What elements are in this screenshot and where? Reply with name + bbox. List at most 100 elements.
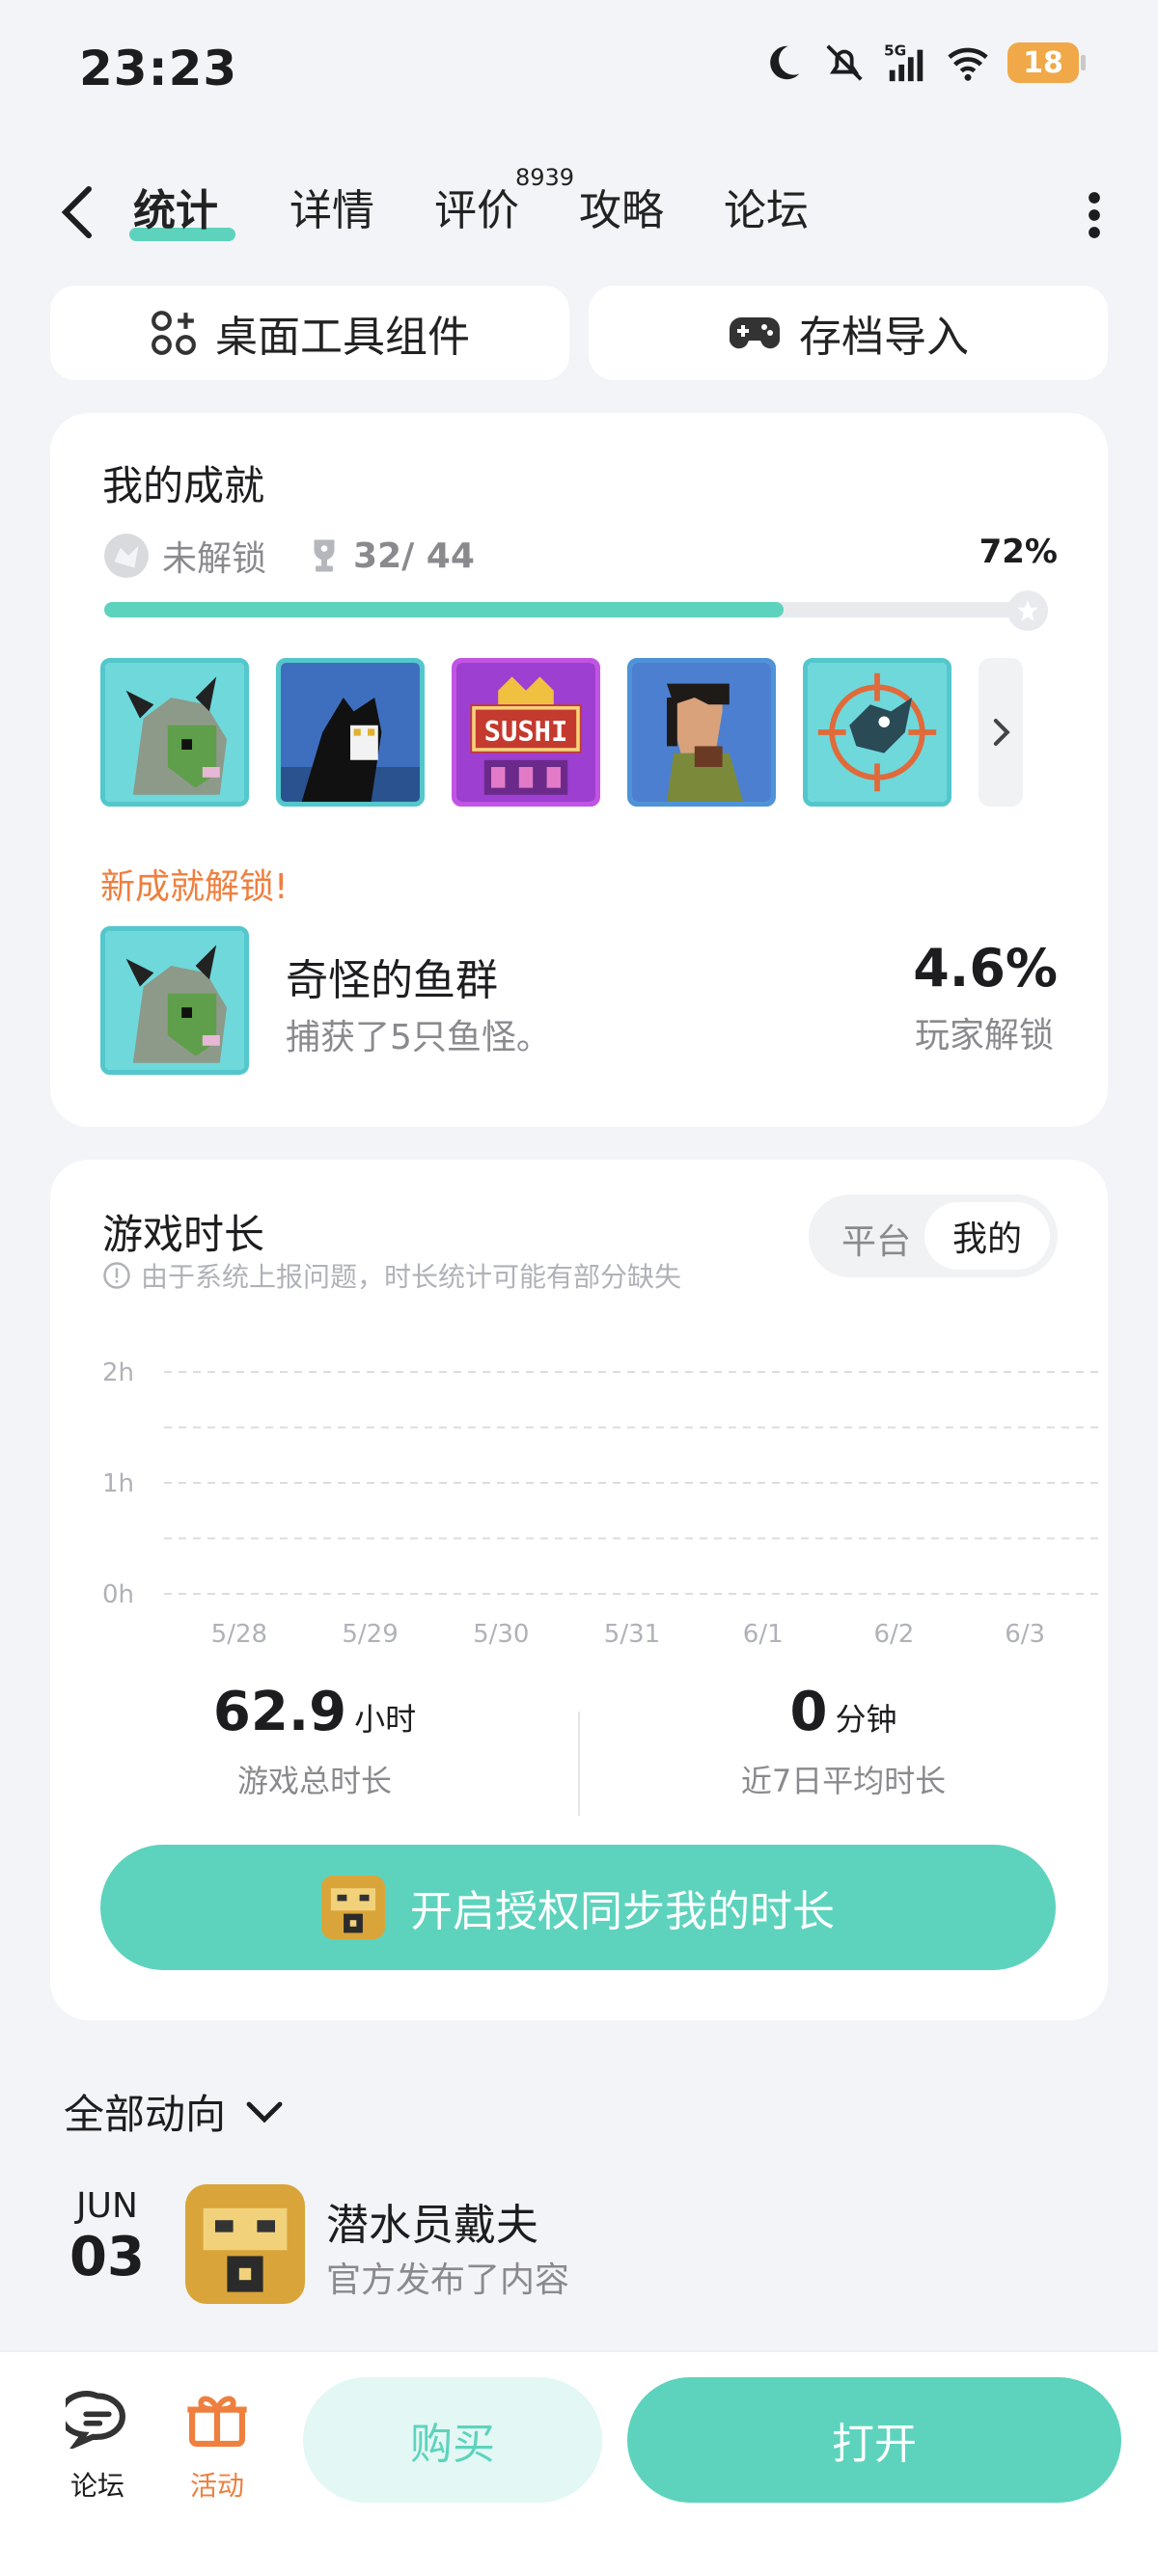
chart-x-tick: 6/2	[874, 1620, 915, 1649]
playtime-card: 游戏时长 平台 我的 由于系统上报问题，时长统计可能有部分缺失 2h 1h 0h 5/…	[50, 1160, 1108, 2020]
tab-guides[interactable]: 攻略	[579, 176, 664, 237]
info-icon	[103, 1262, 130, 1289]
achievement-stats-row: 未解锁 32/ 44	[102, 531, 475, 581]
chart-y-tick: 1h	[102, 1469, 134, 1498]
playtime-title: 游戏时长	[102, 1211, 265, 1258]
feed-avatar[interactable]	[185, 2184, 305, 2304]
achievement-icons-row: SUSHI	[100, 658, 951, 807]
bottom-activity-label: 活动	[189, 2470, 244, 2502]
wifi-icon	[948, 47, 988, 81]
avg-playtime-label: 近7日平均时长	[740, 1763, 947, 1799]
avg-playtime-stat: 0 分钟 近7日平均时长	[579, 1681, 1108, 1801]
new-achievement-name: 奇怪的鱼群	[286, 956, 498, 1005]
gift-icon	[187, 2396, 247, 2447]
chart-x-tick: 5/28	[211, 1620, 267, 1649]
playtime-notice: 由于系统上报问题，时长统计可能有部分缺失	[102, 1256, 681, 1295]
reviews-count-badge: 8939	[515, 164, 575, 191]
total-playtime-unit: 小时	[354, 1701, 417, 1738]
bottom-forum-button[interactable]: 论坛	[54, 2389, 141, 2504]
back-arrow-icon[interactable]	[54, 181, 100, 243]
chart-x-tick: 6/3	[1005, 1620, 1045, 1649]
tab-reviews[interactable]: 评价	[434, 176, 519, 237]
new-achievement-icon[interactable]	[100, 926, 249, 1075]
chart-x-tick: 5/31	[604, 1620, 660, 1649]
locked-achievement-icon	[104, 534, 149, 578]
playtime-stats: 62.9 小时 游戏总时长 0 分钟 近7日平均时长	[50, 1681, 1108, 1816]
status-time: 23:23	[79, 41, 238, 96]
avg-playtime-value: 0	[789, 1681, 828, 1743]
chart-x-tick: 5/30	[473, 1620, 529, 1649]
chevron-right-icon	[993, 719, 1010, 746]
achievement-percent: 72%	[979, 533, 1058, 571]
chart-x-tick: 5/29	[342, 1620, 398, 1649]
widget-grid-icon	[152, 311, 196, 355]
achievement-hunter-icon[interactable]	[627, 658, 776, 807]
gamepad-icon	[730, 317, 780, 349]
total-playtime-stat: 62.9 小时 游戏总时长	[50, 1681, 579, 1801]
chevron-down-icon	[246, 2101, 283, 2123]
mute-bell-icon	[826, 44, 863, 81]
save-import-label: 存档导入	[799, 313, 969, 362]
achievement-monster-icon[interactable]	[100, 658, 249, 807]
playtime-segment-control: 平台 我的	[809, 1194, 1058, 1277]
tab-forum[interactable]: 论坛	[724, 176, 809, 237]
diver-avatar-icon	[321, 1876, 385, 1939]
more-options-icon[interactable]	[1085, 189, 1104, 241]
open-button[interactable]: 打开	[627, 2377, 1121, 2503]
feed-name[interactable]: 潜水员戴夫	[326, 2190, 538, 2252]
segment-platform[interactable]: 平台	[841, 1214, 911, 1264]
sync-playtime-button[interactable]: 开启授权同步我的时长	[100, 1845, 1056, 1970]
locked-label: 未解锁	[162, 539, 267, 579]
chart-y-tick: 0h	[102, 1580, 134, 1609]
notice-text: 由于系统上报问题，时长统计可能有部分缺失	[141, 1261, 682, 1293]
chart-y-tick: 2h	[102, 1358, 134, 1387]
status-bar: 23:23 5G 18	[0, 0, 1158, 145]
sync-button-label: 开启授权同步我的时长	[410, 1887, 835, 1936]
achievement-cat-icon[interactable]	[276, 658, 425, 807]
svg-text:SUSHI: SUSHI	[484, 715, 568, 748]
new-achievement-percent: 4.6%	[913, 938, 1058, 999]
feed-title: 全部动向	[64, 2091, 227, 2138]
new-unlock-label: 新成就解锁!	[100, 867, 289, 907]
chart-x-tick: 6/1	[743, 1620, 784, 1649]
forum-chat-icon	[58, 2391, 125, 2452]
widget-button[interactable]: 桌面工具组件	[50, 286, 569, 380]
bottom-action-bar: 论坛 活动 购买 打开	[0, 2350, 1158, 2576]
new-achievement-desc: 捕获了5只鱼怪。	[286, 1018, 551, 1057]
playtime-chart: 2h 1h 0h 5/28 5/29 5/30 5/31 6/1 6/2 6/3	[102, 1358, 1100, 1649]
widget-button-label: 桌面工具组件	[215, 313, 470, 362]
achievements-card: 我的成就 未解锁 32/ 44 72% SUSHI 新成就解锁! 奇怪的鱼群 捕…	[50, 413, 1108, 1127]
avg-playtime-unit: 分钟	[835, 1701, 897, 1738]
achievement-target-icon[interactable]	[803, 658, 951, 807]
segment-mine[interactable]: 我的	[924, 1202, 1050, 1270]
achievement-progress-fill	[104, 602, 785, 617]
bottom-forum-label: 论坛	[69, 2470, 124, 2502]
feed-date: JUN 03	[64, 2186, 151, 2288]
tab-stats[interactable]: 统计	[133, 176, 218, 237]
achievement-sushi-icon[interactable]: SUSHI	[452, 658, 600, 807]
buy-button[interactable]: 购买	[303, 2377, 602, 2503]
bottom-activity-button[interactable]: 活动	[174, 2389, 261, 2504]
feed-filter[interactable]: 全部动向	[64, 2082, 284, 2141]
svg-text:5G: 5G	[884, 41, 906, 59]
achievements-next-button[interactable]	[979, 658, 1023, 807]
trophy-icon	[314, 539, 335, 572]
star-icon	[1017, 600, 1038, 621]
total-playtime-label: 游戏总时长	[236, 1763, 392, 1799]
feed-subtitle: 官方发布了内容	[326, 2261, 570, 2300]
battery-indicator: 18	[1007, 42, 1086, 83]
feed-day: 03	[69, 2226, 145, 2288]
tab-details[interactable]: 详情	[290, 176, 374, 237]
new-achievement-percent-label: 玩家解锁	[914, 1016, 1054, 1055]
total-playtime-value: 62.9	[212, 1681, 347, 1743]
moon-icon	[770, 45, 800, 80]
trophy-count: 32/ 44	[353, 535, 475, 576]
progress-end-marker	[1007, 590, 1048, 631]
signal-icon: 5G	[884, 41, 924, 82]
achievements-title: 我的成就	[102, 462, 265, 509]
save-import-button[interactable]: 存档导入	[589, 286, 1108, 380]
feed-month: JUN	[76, 2186, 138, 2226]
top-nav: 统计 详情 评价 8939 攻略 论坛	[0, 164, 1158, 260]
achievement-progress-bar	[104, 590, 1048, 631]
status-icons: 5G 18	[760, 41, 1086, 85]
